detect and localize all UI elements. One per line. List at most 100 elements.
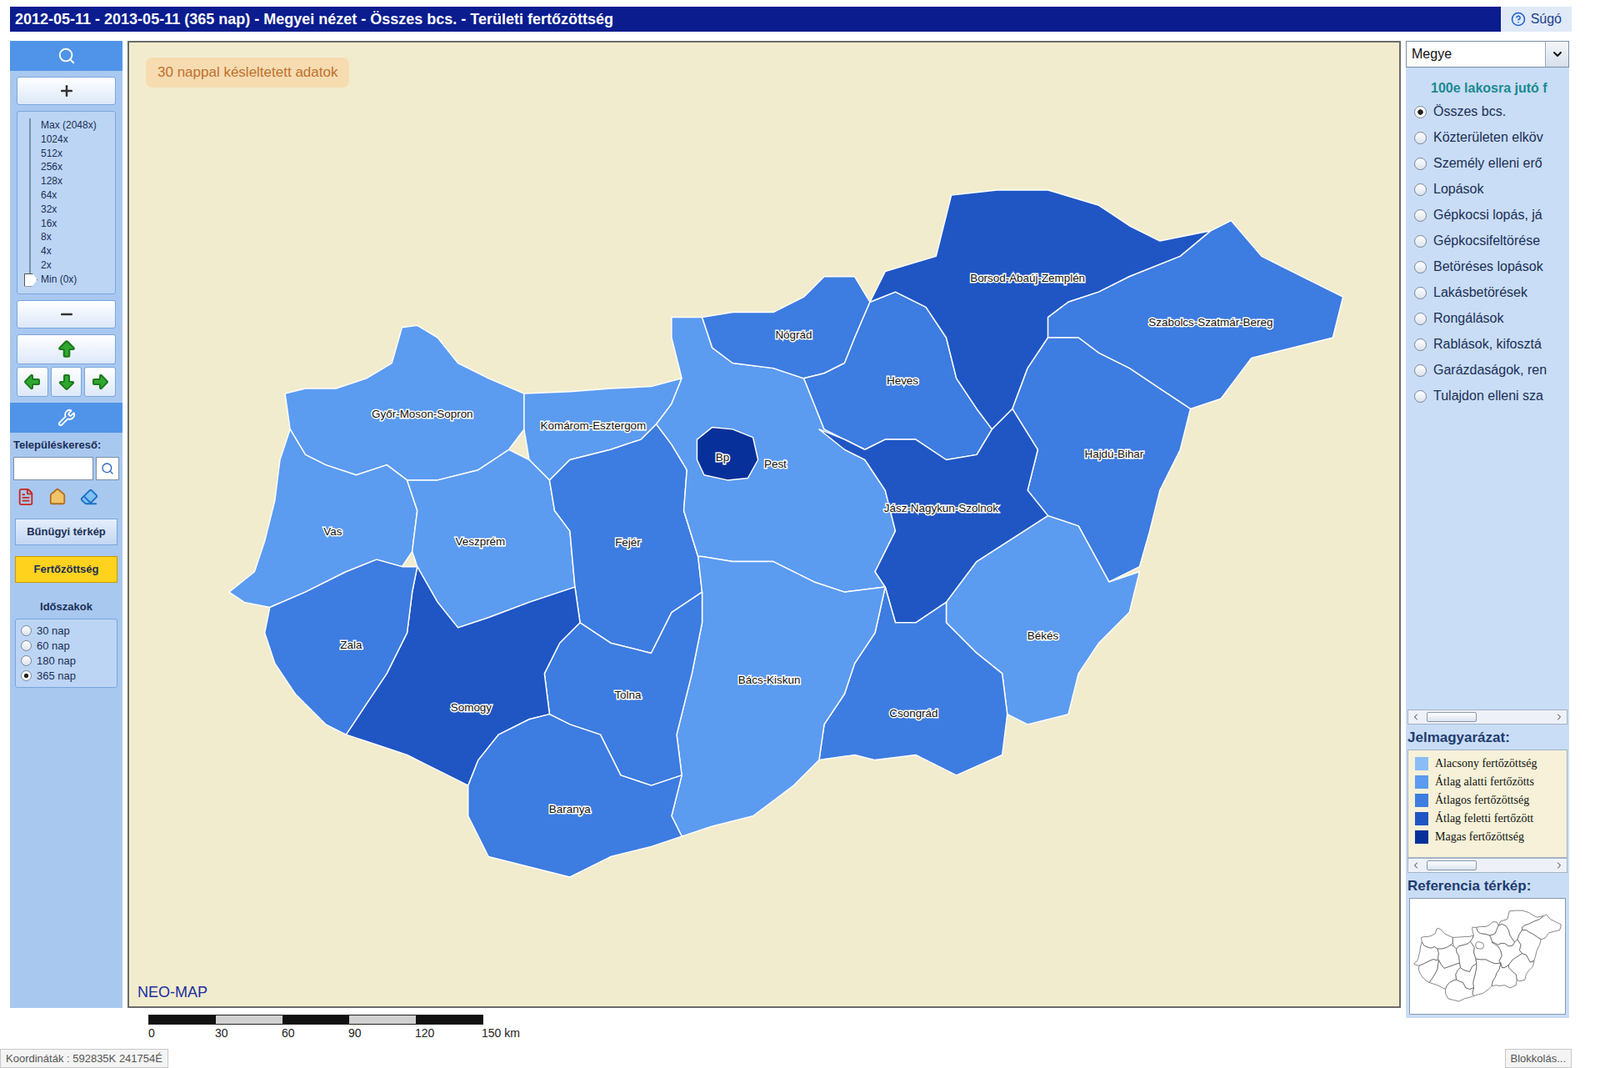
scroll-left-button[interactable]: [1408, 858, 1424, 872]
county-label: Veszprém: [455, 535, 506, 548]
pan-down-button[interactable]: [50, 366, 83, 397]
category-option[interactable]: Rablások, kifosztá: [1414, 336, 1566, 352]
radio-button[interactable]: [1414, 157, 1427, 170]
period-option[interactable]: 180 nap: [20, 654, 112, 667]
radio-button[interactable]: [1414, 338, 1427, 351]
county-area[interactable]: [265, 559, 418, 735]
unit-select-arrow[interactable]: [1545, 41, 1569, 67]
radio-button[interactable]: [1414, 105, 1427, 119]
radio-button[interactable]: [1414, 131, 1427, 145]
zoom-label[interactable]: 16x: [40, 216, 97, 231]
help-button[interactable]: Súgó: [1500, 6, 1572, 32]
category-option[interactable]: Összes bcs.: [1414, 104, 1566, 120]
settlement-search-button[interactable]: [95, 456, 120, 480]
category-option[interactable]: Közterületen elköv: [1414, 130, 1566, 145]
legend-item: Átlagos fertőzöttség: [1415, 793, 1564, 807]
reference-county: [1420, 928, 1453, 950]
category-option[interactable]: Rongálások: [1414, 310, 1566, 326]
category-label: Közterületen elköv: [1433, 130, 1544, 145]
category-option[interactable]: Gépkocsifeltörése: [1414, 233, 1566, 249]
zoom-label[interactable]: Max (2048x): [40, 118, 97, 133]
radio-button[interactable]: [1414, 235, 1427, 248]
unit-select[interactable]: Megye: [1405, 40, 1570, 68]
zoom-label[interactable]: 2x: [40, 258, 97, 273]
zoom-label[interactable]: 32x: [40, 202, 97, 217]
radio-button[interactable]: [1414, 209, 1427, 222]
home-icon: [48, 487, 67, 506]
category-option[interactable]: Lakásbetörések: [1414, 285, 1566, 300]
period-option[interactable]: 365 nap: [20, 669, 112, 682]
category-option[interactable]: Tulajdon elleni sza: [1414, 388, 1566, 404]
county-label: Tolna: [614, 688, 642, 701]
pdf-button[interactable]: [15, 485, 37, 508]
legend-label: Átlag alatti fertőzötts: [1435, 775, 1535, 789]
category-option[interactable]: Betöréses lopások: [1414, 259, 1566, 275]
pan-up-button[interactable]: [16, 334, 116, 365]
scroll-thumb[interactable]: [1426, 860, 1477, 870]
scale-tick: 150 km: [481, 1025, 549, 1040]
radio-button[interactable]: [1414, 183, 1427, 196]
legend-scrollbar[interactable]: [1407, 857, 1568, 873]
zoom-track[interactable]: [24, 118, 36, 287]
zoom-handle[interactable]: [24, 273, 38, 287]
county-area[interactable]: [696, 426, 758, 480]
radio-button[interactable]: [20, 655, 32, 666]
zoom-label[interactable]: 512x: [40, 146, 97, 161]
legend-item: Átlag alatti fertőzötts: [1415, 775, 1564, 789]
county-area[interactable]: [285, 325, 525, 480]
radio-button[interactable]: [20, 625, 32, 636]
scroll-thumb[interactable]: [1426, 711, 1477, 722]
periods-title: Időszakok: [10, 600, 123, 613]
county-label: Szabolcs-Szatmár-Bereg: [1148, 315, 1273, 329]
scale-tick: 60: [281, 1025, 349, 1040]
scroll-track[interactable]: [1423, 858, 1552, 872]
reference-map-drawing[interactable]: [1412, 905, 1563, 1006]
radio-button[interactable]: [1414, 364, 1427, 377]
category-option[interactable]: Személy elleni erő: [1414, 155, 1566, 171]
county-label: Zala: [340, 638, 363, 651]
page: 2012-05-11 - 2013-05-11 (365 nap) - Megy…: [0, 0, 1600, 1068]
radio-button[interactable]: [20, 670, 32, 681]
eraser-button[interactable]: [78, 485, 100, 508]
pan-right-button[interactable]: [84, 366, 116, 397]
radio-button[interactable]: [1414, 390, 1427, 403]
radio-button[interactable]: [20, 640, 32, 651]
pan-left-button[interactable]: [16, 366, 49, 397]
zoom-label[interactable]: Min (0x): [40, 272, 97, 287]
scroll-right-button[interactable]: [1551, 858, 1567, 872]
zoom-slider[interactable]: Max (2048x)1024x512x256x128x64x32x16x8x4…: [16, 110, 116, 295]
zoom-label[interactable]: 8x: [40, 230, 97, 245]
legend-label: Magas fertőzöttség: [1435, 830, 1525, 844]
county-map[interactable]: Győr-Moson-SopronKomárom-EsztergomVasVes…: [129, 42, 1400, 1006]
zoom-in-button[interactable]: [16, 76, 116, 105]
settlement-search-input[interactable]: [13, 456, 94, 480]
zoom-label[interactable]: 64x: [40, 188, 97, 203]
zoom-label[interactable]: 4x: [40, 244, 97, 259]
radio-button[interactable]: [1414, 286, 1427, 300]
period-option[interactable]: 30 nap: [20, 624, 112, 637]
mode-button[interactable]: Bűnügyi térkép: [15, 518, 118, 545]
category-scrollbar[interactable]: [1407, 709, 1568, 725]
zoom-out-button[interactable]: [16, 300, 116, 329]
category-option[interactable]: Gépkocsi lopás, já: [1414, 207, 1566, 223]
radio-button[interactable]: [1414, 312, 1427, 325]
zoom-label[interactable]: 256x: [40, 160, 97, 175]
scroll-left-button[interactable]: [1408, 710, 1424, 724]
period-option[interactable]: 60 nap: [20, 639, 112, 652]
radio-button[interactable]: [1414, 260, 1427, 274]
scroll-track[interactable]: [1423, 710, 1552, 724]
county-area[interactable]: [671, 555, 885, 836]
county-label: Baranya: [549, 802, 591, 815]
category-option[interactable]: Garázdaságok, ren: [1414, 362, 1566, 378]
zoom-label[interactable]: 128x: [40, 174, 97, 189]
mode-button[interactable]: Fertőzöttség: [15, 555, 118, 583]
arrow-up-icon: [55, 338, 78, 360]
status-right: Blokkolás...: [1505, 1048, 1572, 1068]
home-button[interactable]: [46, 485, 69, 508]
county-area[interactable]: [468, 714, 682, 877]
reference-map[interactable]: [1409, 897, 1566, 1015]
zoom-label[interactable]: 1024x: [40, 132, 97, 147]
category-option[interactable]: Lopások: [1414, 181, 1566, 197]
map-canvas[interactable]: Győr-Moson-SopronKomárom-EsztergomVasVes…: [127, 40, 1401, 1008]
scroll-right-button[interactable]: [1551, 710, 1567, 724]
